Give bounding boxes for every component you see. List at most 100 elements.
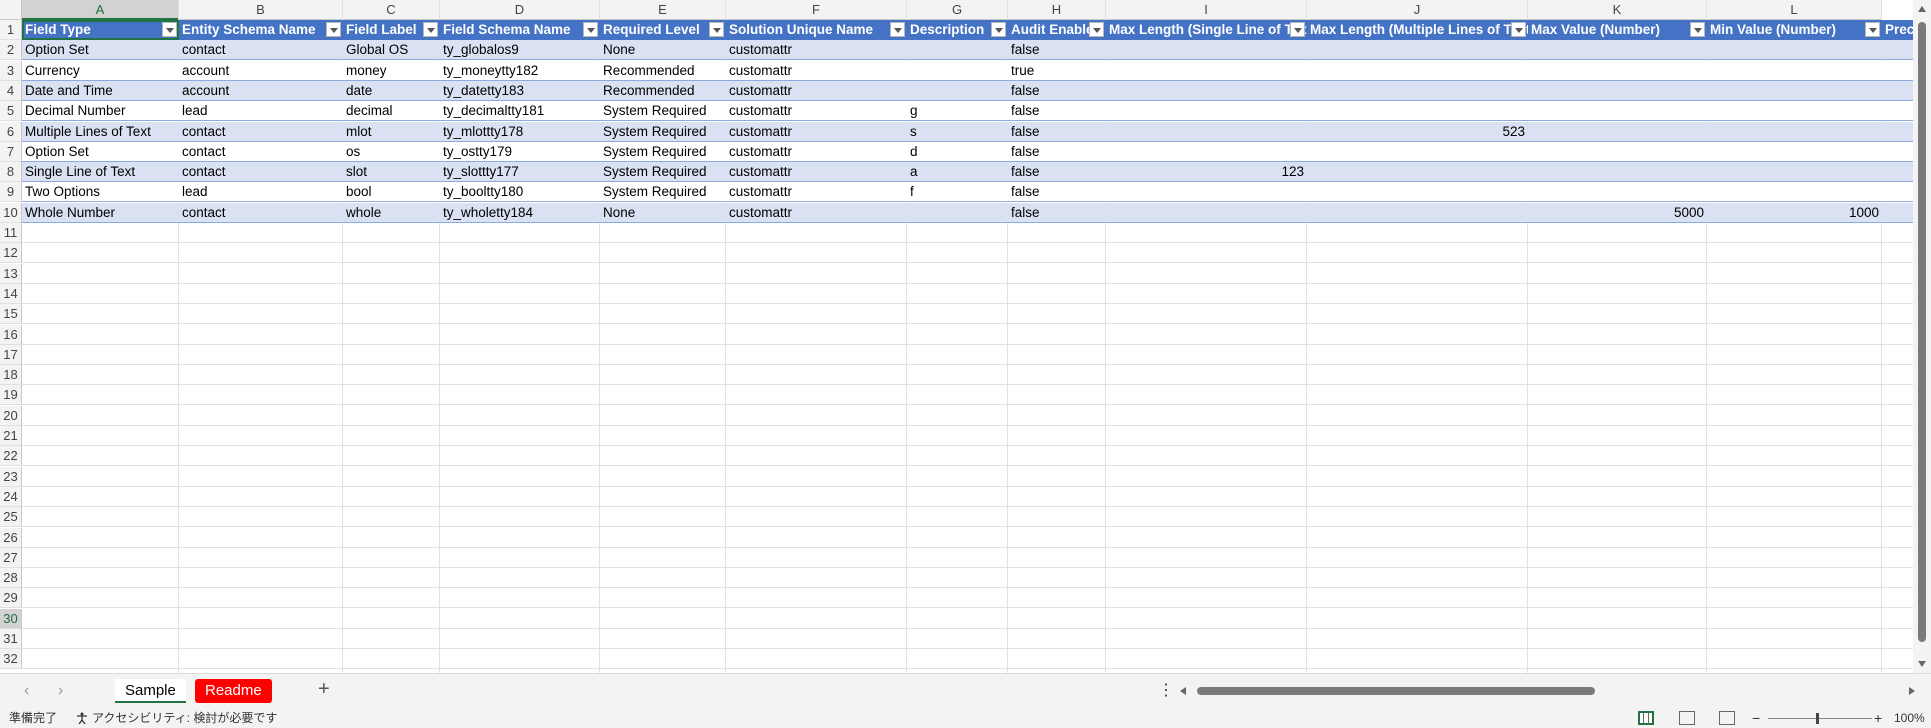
table-cell[interactable]: Recommended [600,81,726,101]
more-options-icon[interactable]: ⋮ [1158,680,1174,700]
table-cell[interactable] [1307,40,1528,60]
header-cell[interactable]: Field Type [22,20,179,40]
column-header-a[interactable]: A [22,0,179,20]
row-header-18[interactable]: 18 [0,365,22,386]
table-cell[interactable]: Recommended [600,61,726,81]
column-header-f[interactable]: F [726,0,907,20]
table-cell[interactable]: customattr [726,61,907,81]
table-cell[interactable]: System Required [600,122,726,142]
vertical-scrollbar[interactable] [1913,0,1931,673]
column-header-i[interactable]: I [1106,0,1307,20]
table-cell[interactable]: Multiple Lines of Text [22,122,179,142]
filter-dropdown-icon[interactable] [162,22,177,37]
table-cell[interactable]: account [179,61,343,81]
table-cell[interactable] [1307,61,1528,81]
filter-dropdown-icon[interactable] [1089,22,1104,37]
table-cell[interactable] [907,40,1008,60]
scroll-down-arrow-icon[interactable] [1918,661,1926,667]
scroll-up-arrow-icon[interactable] [1918,6,1926,12]
row-header-14[interactable]: 14 [0,283,22,304]
normal-view-icon[interactable] [1638,711,1654,725]
table-cell[interactable]: date [343,81,440,101]
table-cell[interactable]: lead [179,182,343,202]
header-cell[interactable]: Solution Unique Name [726,20,907,40]
table-cell[interactable] [907,61,1008,81]
table-cell[interactable]: System Required [600,162,726,182]
column-header-k[interactable]: K [1528,0,1707,20]
row-header-30[interactable]: 30 [0,608,22,629]
table-cell[interactable] [1307,81,1528,101]
table-cell[interactable] [1106,81,1307,101]
row-header-4[interactable]: 4 [0,80,22,101]
table-cell[interactable]: customattr [726,40,907,60]
table-cell[interactable] [1106,101,1307,121]
row-header-2[interactable]: 2 [0,40,22,61]
table-cell[interactable]: 5000 [1528,203,1707,223]
table-cell[interactable]: false [1008,203,1106,223]
table-cell[interactable]: ty_datetty183 [440,81,600,101]
header-cell[interactable]: Audit Enabled [1008,20,1106,40]
table-cell[interactable] [1106,61,1307,81]
row-header-6[interactable]: 6 [0,121,22,142]
table-cell[interactable] [1307,142,1528,162]
horizontal-scrollbar[interactable] [1180,685,1915,697]
scroll-left-arrow-icon[interactable] [1180,687,1186,695]
table-cell[interactable] [1707,61,1882,81]
row-header-23[interactable]: 23 [0,466,22,487]
table-cell[interactable]: decimal [343,101,440,121]
filter-dropdown-icon[interactable] [583,22,598,37]
table-cell[interactable]: false [1008,162,1106,182]
table-cell[interactable] [1707,101,1882,121]
add-sheet-icon[interactable]: + [318,678,330,701]
table-cell[interactable]: contact [179,162,343,182]
header-cell[interactable]: Max Length (Multiple Lines of Text) [1307,20,1528,40]
table-cell[interactable]: contact [179,122,343,142]
zoom-out-button[interactable]: − [1752,709,1760,728]
table-cell[interactable] [1528,61,1707,81]
filter-dropdown-icon[interactable] [890,22,905,37]
table-cell[interactable]: Option Set [22,40,179,60]
filter-dropdown-icon[interactable] [423,22,438,37]
table-cell[interactable]: money [343,61,440,81]
row-header-31[interactable]: 31 [0,629,22,649]
row-header-27[interactable]: 27 [0,547,22,568]
table-cell[interactable] [1307,182,1528,202]
zoom-slider-thumb[interactable] [1816,713,1819,724]
table-cell[interactable]: contact [179,203,343,223]
table-cell[interactable] [907,81,1008,101]
table-cell[interactable]: Global OS [343,40,440,60]
row-header-22[interactable]: 22 [0,446,22,467]
table-cell[interactable] [1307,101,1528,121]
table-cell[interactable]: d [907,142,1008,162]
filter-dropdown-icon[interactable] [1290,22,1305,37]
table-cell[interactable]: ty_decimaltty181 [440,101,600,121]
row-header-5[interactable]: 5 [0,101,22,122]
table-cell[interactable]: ty_mlottty178 [440,122,600,142]
table-cell[interactable]: bool [343,182,440,202]
table-cell[interactable]: customattr [726,162,907,182]
select-all-corner[interactable] [0,0,22,20]
table-cell[interactable]: System Required [600,142,726,162]
table-cell[interactable]: Date and Time [22,81,179,101]
header-cell[interactable]: Entity Schema Name [179,20,343,40]
table-cell[interactable] [1528,122,1707,142]
row-header-28[interactable]: 28 [0,568,22,589]
table-cell[interactable]: customattr [726,203,907,223]
table-cell[interactable]: lead [179,101,343,121]
table-cell[interactable]: ty_slottty177 [440,162,600,182]
table-cell[interactable] [1707,81,1882,101]
filter-dropdown-icon[interactable] [1690,22,1705,37]
table-cell[interactable] [1707,162,1882,182]
table-cell[interactable] [1528,101,1707,121]
row-header-24[interactable]: 24 [0,486,22,507]
table-cell[interactable]: false [1008,101,1106,121]
zoom-in-button[interactable]: + [1874,709,1882,728]
table-cell[interactable] [1528,81,1707,101]
table-cell[interactable] [1528,182,1707,202]
table-cell[interactable] [1707,142,1882,162]
prev-sheet-icon[interactable]: ‹ [24,682,29,700]
table-cell[interactable]: s [907,122,1008,142]
header-cell[interactable]: Max Value (Number) [1528,20,1707,40]
row-header-15[interactable]: 15 [0,304,22,325]
table-cell[interactable]: false [1008,81,1106,101]
